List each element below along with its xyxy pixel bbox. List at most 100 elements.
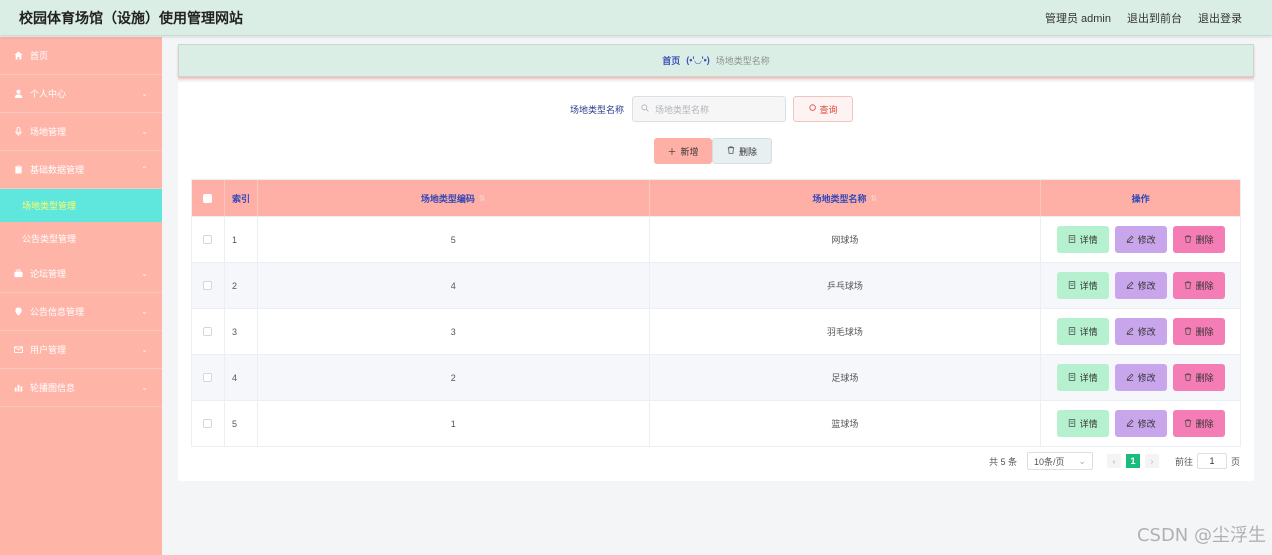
detail-button[interactable]: 详情	[1056, 410, 1109, 437]
pencil-icon	[1126, 373, 1134, 383]
delete-button[interactable]: 删除	[1172, 318, 1225, 345]
table-row: 4 2 足球场 详情 修改 删除	[192, 354, 1240, 400]
delete-button[interactable]: 删除	[1172, 226, 1225, 253]
row-checkbox[interactable]	[203, 281, 213, 290]
admin-label: 管理员 admin	[1044, 12, 1111, 25]
edit-button[interactable]: 修改	[1114, 364, 1167, 391]
select-all-checkbox[interactable]	[203, 193, 213, 203]
prev-page-button[interactable]: ‹	[1106, 454, 1121, 468]
cell-name: 羽毛球场	[650, 309, 1042, 354]
edit-button[interactable]: 修改	[1114, 272, 1167, 299]
back-to-front-link[interactable]: 退出到前台	[1127, 10, 1182, 26]
cell-code: 1	[258, 401, 650, 446]
page-number-current[interactable]: 1	[1125, 454, 1140, 468]
sidebar-subitem-venue-type[interactable]: 场地类型管理	[0, 189, 162, 222]
clipboard-icon	[12, 165, 24, 174]
cell-index: 4	[225, 355, 258, 400]
goto-page-input[interactable]: 1	[1196, 453, 1227, 469]
detail-button-label: 详情	[1079, 419, 1098, 429]
location-icon	[12, 307, 24, 316]
chevron-down-icon: ⌄	[141, 345, 148, 354]
row-checkbox[interactable]	[203, 327, 213, 336]
sidebar-item-personal[interactable]: 个人中心 ⌄	[0, 75, 162, 113]
sidebar: 首页 个人中心 ⌄ 场地管理 ⌄ 基础数据管理 ⌃ 场地类型管理 公告类型管理 …	[0, 37, 162, 555]
trash-icon	[1184, 234, 1192, 245]
delete-button-label: 删除	[1195, 419, 1214, 429]
cell-operations: 详情 修改 删除	[1041, 217, 1240, 262]
user-icon	[12, 89, 24, 98]
header-checkbox-cell	[192, 180, 225, 216]
page-size-select[interactable]: 10条/页 ⌄	[1026, 452, 1093, 470]
sort-icon[interactable]: ⇅	[479, 194, 486, 203]
next-page-button[interactable]: ›	[1144, 454, 1159, 468]
sidebar-item-label: 轮播图信息	[30, 383, 76, 393]
header-name[interactable]: 场地类型名称 ⇅	[650, 180, 1042, 216]
cell-name: 足球场	[650, 355, 1042, 400]
top-header: 校园体育场馆（设施）使用管理网站 管理员 admin 退出到前台 退出登录	[0, 0, 1272, 36]
row-checkbox-cell	[192, 355, 225, 400]
logout-link[interactable]: 退出登录	[1198, 10, 1242, 26]
plus-icon: ＋	[667, 146, 677, 157]
sidebar-item-label: 首页	[30, 51, 49, 61]
sidebar-item-home[interactable]: 首页	[0, 37, 162, 75]
document-icon	[1068, 418, 1076, 429]
add-button[interactable]: ＋ 新增	[654, 138, 712, 164]
sort-icon[interactable]: ⇅	[871, 194, 878, 203]
search-input[interactable]: 场地类型名称	[632, 96, 787, 122]
detail-button[interactable]: 详情	[1056, 226, 1109, 253]
goto-label: 前往	[1174, 456, 1193, 467]
detail-button[interactable]: 详情	[1056, 364, 1109, 391]
detail-button[interactable]: 详情	[1056, 272, 1109, 299]
sidebar-item-venue[interactable]: 场地管理 ⌄	[0, 113, 162, 151]
edit-button-label: 修改	[1137, 327, 1156, 337]
cell-operations: 详情 修改 删除	[1041, 263, 1240, 308]
cell-code: 2	[258, 355, 650, 400]
breadcrumb-home[interactable]: 首页	[662, 54, 680, 67]
cell-operations: 详情 修改 删除	[1041, 355, 1240, 400]
edit-button-label: 修改	[1137, 419, 1156, 429]
detail-button-label: 详情	[1079, 281, 1098, 291]
detail-button[interactable]: 详情	[1056, 318, 1109, 345]
detail-button-label: 详情	[1079, 235, 1098, 245]
row-checkbox[interactable]	[203, 373, 213, 382]
delete-button[interactable]: 删除	[1172, 272, 1225, 299]
sidebar-item-basic-data[interactable]: 基础数据管理 ⌃	[0, 151, 162, 189]
sidebar-item-notice[interactable]: 公告信息管理 ⌄	[0, 293, 162, 331]
row-checkbox[interactable]	[203, 419, 213, 428]
row-checkbox-cell	[192, 309, 225, 354]
cell-operations: 详情 修改 删除	[1041, 309, 1240, 354]
cell-index: 2	[225, 263, 258, 308]
chevron-up-icon: ⌃	[141, 165, 148, 174]
cell-code: 5	[258, 217, 650, 262]
edit-button[interactable]: 修改	[1114, 410, 1167, 437]
breadcrumb-current: 场地类型名称	[715, 56, 770, 66]
delete-button-label: 删除	[1195, 327, 1214, 337]
edit-button-label: 修改	[1137, 373, 1156, 383]
sidebar-item-carousel[interactable]: 轮播图信息 ⌄	[0, 369, 162, 407]
table-row: 2 4 乒乓球场 详情 修改 删除	[192, 262, 1240, 308]
search-form: 场地类型名称 场地类型名称 查询	[570, 96, 854, 122]
briefcase-icon	[12, 269, 24, 278]
row-checkbox[interactable]	[203, 235, 213, 244]
trash-icon	[1184, 326, 1192, 337]
cell-index: 5	[225, 401, 258, 446]
home-icon	[12, 51, 24, 60]
document-icon	[1068, 372, 1076, 383]
sidebar-subitem-notice-type[interactable]: 公告类型管理	[0, 222, 162, 255]
sidebar-item-forum[interactable]: 论坛管理 ⌄	[0, 255, 162, 293]
header-code[interactable]: 场地类型编码 ⇅	[258, 180, 650, 216]
edit-button[interactable]: 修改	[1114, 318, 1167, 345]
pencil-icon	[1126, 327, 1134, 337]
edit-button[interactable]: 修改	[1114, 226, 1167, 253]
table-header-row: 索引 场地类型编码 ⇅ 场地类型名称 ⇅ 操作	[192, 180, 1240, 216]
delete-button[interactable]: 删除	[1172, 410, 1225, 437]
cell-code: 3	[258, 309, 650, 354]
trash-icon	[1184, 372, 1192, 383]
delete-button[interactable]: 删除	[1172, 364, 1225, 391]
query-button[interactable]: 查询	[793, 96, 854, 122]
sidebar-item-users[interactable]: 用户管理 ⌄	[0, 331, 162, 369]
pagination: 共 5 条 10条/页 ⌄ ‹ 1 › 前往 1 页	[989, 452, 1240, 470]
sidebar-item-label: 用户管理	[30, 345, 67, 355]
batch-delete-button[interactable]: 删除	[712, 138, 772, 164]
detail-button-label: 详情	[1079, 373, 1098, 383]
